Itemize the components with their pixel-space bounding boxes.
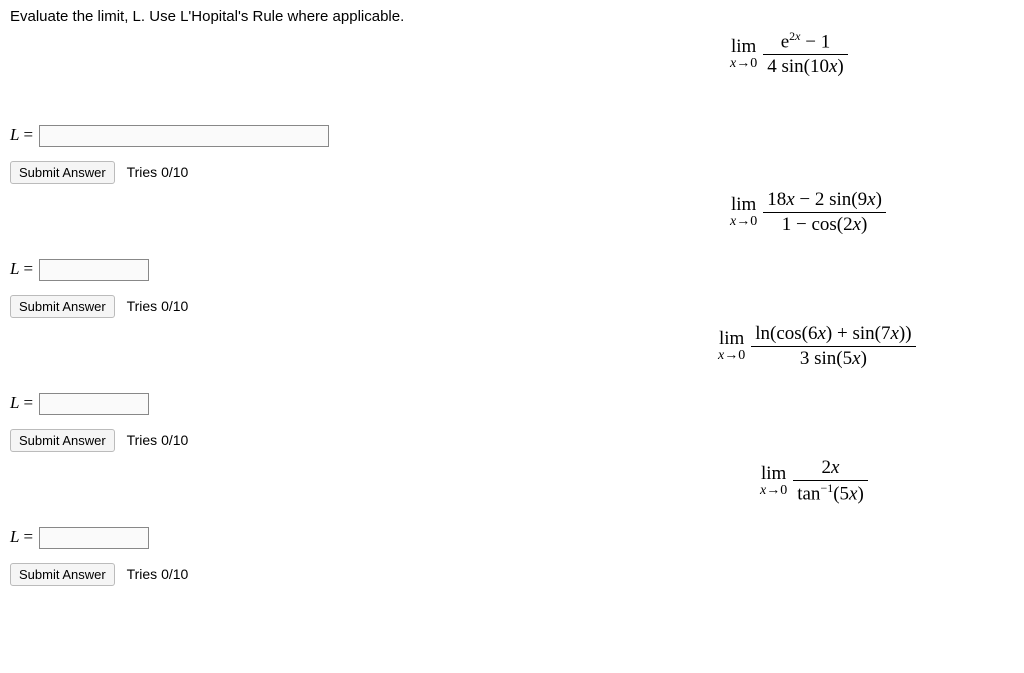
problem-2: L= limx→018x − 2 sin(9x)1 − cos(2x) Subm… — [10, 259, 1014, 318]
answer-label-L: L — [10, 125, 19, 144]
tries-text-2: Tries 0/10 — [127, 298, 189, 314]
answer-input-1[interactable] — [39, 125, 329, 147]
equals-sign: = — [23, 259, 33, 278]
limit-expression-3: limx→0ln(cos(6x) + sin(7x))3 sin(5x) — [718, 323, 916, 370]
answer-label-L: L — [10, 527, 19, 546]
problem-3: L= limx→0ln(cos(6x) + sin(7x))3 sin(5x) … — [10, 393, 1014, 452]
submit-button-2[interactable]: Submit Answer — [10, 295, 115, 318]
limit-expression-1: limx→0e2x − 14 sin(10x) — [730, 30, 848, 78]
submit-button-1[interactable]: Submit Answer — [10, 161, 115, 184]
answer-label-L: L — [10, 259, 19, 278]
prompt-text: Evaluate the limit, L. Use L'Hopital's R… — [10, 8, 1014, 25]
limit-expression-4: limx→02xtan−1(5x) — [760, 457, 868, 505]
tries-text-3: Tries 0/10 — [127, 432, 189, 448]
problem-4: L= limx→02xtan−1(5x) Submit Answer Tries… — [10, 527, 1014, 586]
submit-button-3[interactable]: Submit Answer — [10, 429, 115, 452]
tries-text-1: Tries 0/10 — [127, 164, 189, 180]
limit-expression-2: limx→018x − 2 sin(9x)1 − cos(2x) — [730, 189, 886, 236]
answer-input-3[interactable] — [39, 393, 149, 415]
tries-text-4: Tries 0/10 — [127, 566, 189, 582]
problem-1: L= limx→0e2x − 14 sin(10x) Submit Answer… — [10, 125, 1014, 184]
answer-input-4[interactable] — [39, 527, 149, 549]
answer-input-2[interactable] — [39, 259, 149, 281]
submit-button-4[interactable]: Submit Answer — [10, 563, 115, 586]
answer-label-L: L — [10, 393, 19, 412]
equals-sign: = — [23, 125, 33, 144]
equals-sign: = — [23, 527, 33, 546]
equals-sign: = — [23, 393, 33, 412]
